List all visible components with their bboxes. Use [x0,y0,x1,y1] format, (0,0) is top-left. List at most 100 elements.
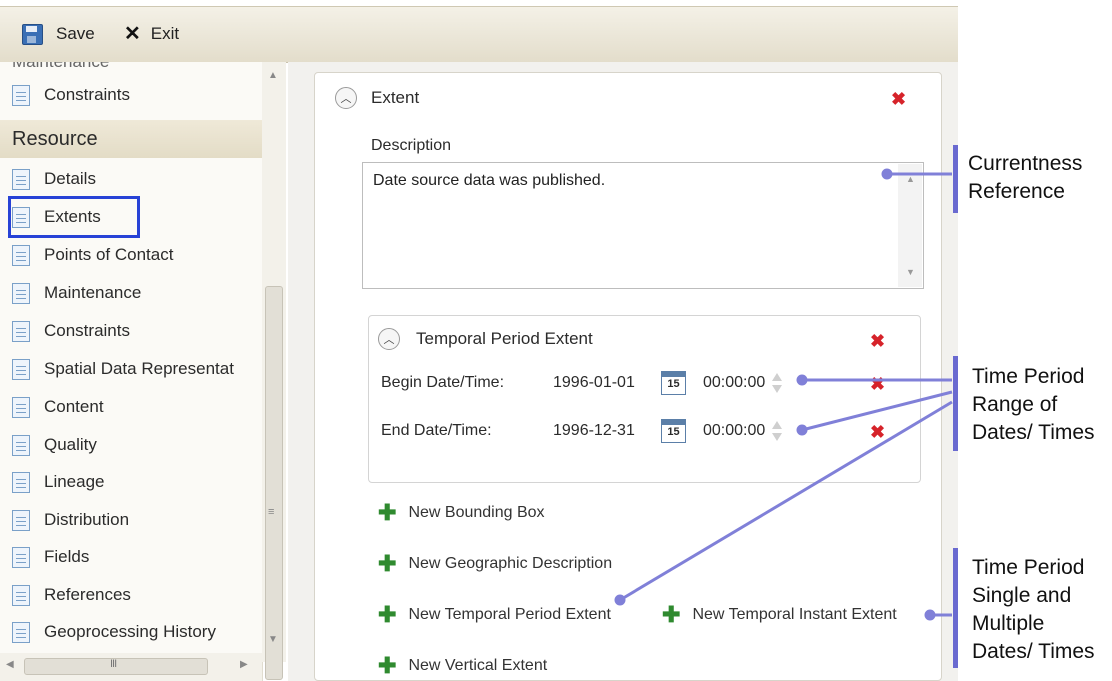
time-spinner-icon[interactable] [771,372,783,394]
grip-icon: III [110,658,117,670]
plus-icon: ✚ [378,602,397,627]
document-icon [12,546,30,568]
sidebar-item-fields[interactable]: Fields [12,542,89,572]
document-icon [12,206,30,228]
scroll-down-arrow-icon[interactable]: ▼ [268,634,278,645]
new-temporal-period-extent-link[interactable]: ✚ New Temporal Period Extent [378,604,611,626]
sidebar-item-label: Lineage [44,472,105,491]
begin-label: Begin Date/Time: [381,374,505,391]
annotation-line: Multiple [972,612,1045,635]
begin-datetime-row: Begin Date/Time: 1996-01-01 15 00:00:00 [381,369,783,397]
scroll-up-arrow-icon[interactable]: ▲ [268,70,278,81]
sidebar-item-label: Content [44,397,104,416]
link-label: New Geographic Description [408,555,613,572]
sidebar-item-lineage[interactable]: Lineage [12,467,105,497]
new-geographic-description-link[interactable]: ✚ New Geographic Description [378,553,612,575]
toolbar: Save ✕ Exit [0,6,958,63]
sidebar-item-quality[interactable]: Quality [12,430,97,460]
description-value: Date source data was published. [373,172,606,189]
sidebar-item-distribution[interactable]: Distribution [12,505,129,535]
scroll-up-arrow-icon[interactable]: ▲ [906,174,915,184]
save-button[interactable]: Save [22,21,95,47]
new-vertical-extent-link[interactable]: ✚ New Vertical Extent [378,655,547,677]
document-icon [12,621,30,643]
temporal-header: ︿ Temporal Period Extent [378,328,593,350]
begin-time-input[interactable]: 00:00:00 [703,374,765,392]
sidebar-item-geoprocessing-history[interactable]: Geoprocessing History [12,617,216,647]
sidebar-item-constraints-top[interactable]: Constraints [12,80,130,110]
sidebar-item-label: References [44,585,131,604]
document-icon [12,509,30,531]
annotation-line: Dates/ Times [972,640,1095,663]
save-icon [22,23,43,45]
plus-icon: ✚ [378,500,397,525]
annotation-line: Single and [972,584,1072,607]
description-textarea[interactable]: Date source data was published. ▲ ▼ [362,162,924,289]
remove-end-icon[interactable]: ✖ [870,423,885,441]
annotation-line: Reference [968,180,1065,203]
scroll-right-arrow-icon[interactable]: ▶ [240,659,248,670]
remove-extent-icon[interactable]: ✖ [891,90,906,108]
annotation-single: Time Period Single and Multiple Dates/ T… [972,554,1095,666]
link-label: New Temporal Period Extent [408,606,611,623]
sidebar-item-label: Constraints [44,321,130,340]
annotation-line: Time Period [972,556,1085,579]
document-icon [12,396,30,418]
sidebar: Maintenance Constraints Resource Details… [0,62,263,681]
sidebar-item-content[interactable]: Content [12,392,104,422]
section-header-resource: Resource [0,120,262,158]
remove-begin-icon[interactable]: ✖ [870,375,885,393]
new-temporal-instant-extent-link[interactable]: ✚ New Temporal Instant Extent [662,604,897,626]
annotation-line: Currentness [968,152,1083,175]
exit-button[interactable]: ✕ Exit [124,21,179,47]
sidebar-item-label: Constraints [44,85,130,104]
scrollbar-thumb[interactable] [265,286,283,680]
document-icon [12,84,30,106]
collapse-button[interactable]: ︿ [335,87,357,109]
calendar-icon[interactable]: 15 [661,419,686,443]
annotation-line: Dates/ Times [972,421,1095,444]
plus-icon: ✚ [378,653,397,678]
sidebar-item-spatial-data[interactable]: Spatial Data Representat [12,354,234,384]
end-date-input[interactable]: 1996-12-31 [553,422,661,440]
document-icon [12,584,30,606]
scroll-down-arrow-icon[interactable]: ▼ [906,267,915,277]
sidebar-horizontal-scrollbar[interactable]: ◀ III ▶ [0,653,262,681]
end-label: End Date/Time: [381,422,492,439]
link-label: New Temporal Instant Extent [692,606,897,623]
end-time-input[interactable]: 00:00:00 [703,422,765,440]
calendar-day: 15 [667,378,680,390]
sidebar-item-references[interactable]: References [12,580,131,610]
new-bounding-box-link[interactable]: ✚ New Bounding Box [378,502,545,524]
sidebar-item-extents[interactable]: Extents [12,202,101,232]
calendar-icon[interactable]: 15 [661,371,686,395]
sidebar-item-points-of-contact[interactable]: Points of Contact [12,240,173,270]
chevron-up-icon: ︿ [383,334,395,346]
extent-header: ︿ Extent [335,87,419,109]
save-label: Save [56,24,95,43]
collapse-button[interactable]: ︿ [378,328,400,350]
time-spinner-icon[interactable] [771,420,783,442]
sidebar-item-constraints[interactable]: Constraints [12,316,130,346]
sidebar-item-label: Points of Contact [44,245,174,264]
sidebar-vertical-scrollbar[interactable]: ▲ ≡ ▼ [262,62,286,680]
link-label: New Vertical Extent [408,657,548,674]
document-icon [12,434,30,456]
document-icon [12,244,30,266]
extent-title: Extent [371,88,420,107]
remove-temporal-icon[interactable]: ✖ [870,332,885,350]
grip-icon: ≡ [268,506,275,518]
scroll-left-arrow-icon[interactable]: ◀ [6,659,14,670]
sidebar-item-label: Fields [44,547,90,566]
sidebar-item-maintenance[interactable]: Maintenance [12,278,141,308]
temporal-title: Temporal Period Extent [416,329,593,348]
sidebar-item-details[interactable]: Details [12,164,96,194]
sidebar-item-label: Spatial Data Representat [44,359,234,378]
begin-date-input[interactable]: 1996-01-01 [553,374,661,392]
plus-icon: ✚ [662,602,681,627]
annotation-range: Time Period Range of Dates/ Times [972,363,1095,447]
description-scrollbar[interactable]: ▲ ▼ [898,164,922,287]
document-icon [12,358,30,380]
sidebar-item-partial[interactable]: Maintenance [12,62,109,72]
link-label: New Bounding Box [408,504,545,521]
